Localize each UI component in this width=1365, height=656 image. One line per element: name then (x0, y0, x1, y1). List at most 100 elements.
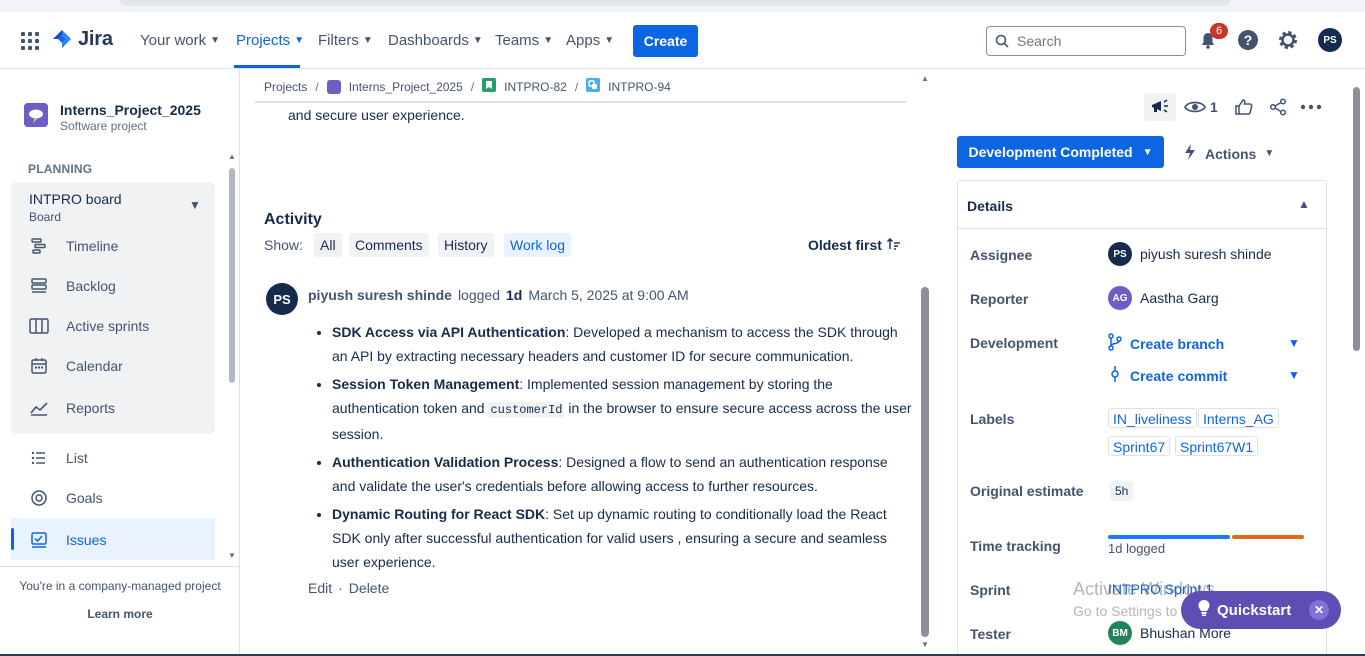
chevron-down-icon[interactable]: ▼ (1288, 336, 1300, 350)
board-subtitle: Board (29, 210, 62, 224)
project-avatar-icon (326, 79, 341, 94)
filter-comments[interactable]: Comments (349, 233, 429, 257)
project-avatar-icon (24, 103, 48, 127)
filter-work-log[interactable]: Work log (504, 233, 571, 257)
chevron-up-icon[interactable]: ▲ (1298, 197, 1310, 211)
nav-teams[interactable]: Teams ▼ (495, 32, 553, 49)
more-actions-icon[interactable] (1300, 93, 1322, 121)
details-header[interactable]: Details ▲ (958, 181, 1326, 229)
label-chip[interactable]: IN_liveliness (1108, 408, 1197, 428)
list-item-title: Session Token Management (332, 376, 520, 392)
jira-logo[interactable]: Jira (52, 28, 113, 51)
list-item: Authentication Validation Process: Desig… (332, 450, 912, 498)
thumbs-up-icon[interactable] (1235, 93, 1253, 121)
assignee-avatar: PS (1108, 242, 1132, 266)
chevron-down-icon: ▼ (604, 35, 615, 46)
breadcrumb-current-issue[interactable]: INTPRO-94 (608, 80, 671, 94)
label-chip[interactable]: Interns_AG (1198, 408, 1279, 428)
settings-gear-icon[interactable] (1276, 28, 1300, 52)
project-name[interactable]: Interns_Project_2025 (60, 102, 201, 118)
sort-order-label: Oldest first (808, 237, 882, 253)
sort-order-button[interactable]: Oldest first (808, 237, 901, 253)
delete-worklog-button[interactable]: Delete (349, 580, 389, 596)
sidebar-item-calendar[interactable]: Calendar (28, 354, 123, 378)
list-item-title: Authentication Validation Process (332, 454, 559, 470)
right-scroll-thumb[interactable] (1353, 87, 1360, 351)
assignee-field[interactable]: PS piyush suresh shinde (1108, 242, 1272, 266)
nav-filters-label: Filters (318, 32, 359, 49)
scroll-up-arrow-icon[interactable]: ▲ (228, 152, 236, 161)
assignee-name: piyush suresh shinde (1140, 246, 1272, 262)
nav-dashboards-label: Dashboards (388, 32, 469, 49)
sidebar-item-active-sprints[interactable]: Active sprints (28, 314, 149, 338)
breadcrumb-projects[interactable]: Projects (264, 80, 307, 94)
details-title: Details (967, 198, 1013, 214)
scroll-up-arrow-icon[interactable]: ▲ (920, 74, 930, 83)
main-scroll-thumb[interactable] (921, 287, 929, 637)
help-icon[interactable]: ? (1236, 28, 1260, 52)
chevron-down-icon[interactable]: ▼ (189, 198, 201, 212)
nav-projects[interactable]: Projects ▼ (236, 32, 304, 49)
actions-button[interactable]: Actions ▼ (1183, 143, 1274, 164)
nav-apps[interactable]: Apps ▼ (566, 32, 614, 49)
top-navigation: Jira Your work ▼ Projects ▼ Filters ▼ Dashb… (0, 12, 1365, 69)
app-name: Jira (78, 28, 113, 50)
worklog-author-avatar[interactable]: PS (266, 283, 298, 315)
watch-count: 1 (1210, 99, 1218, 115)
sidebar-item-timeline[interactable]: Timeline (28, 234, 118, 258)
main-scrollbar[interactable]: ▲ ▼ (920, 74, 932, 649)
chevron-down-icon[interactable]: ▼ (1288, 368, 1300, 382)
create-commit-link[interactable]: Create commit (1108, 365, 1227, 386)
worklog-actions: Edit · Delete (308, 580, 389, 596)
edit-worklog-button[interactable]: Edit (308, 580, 332, 596)
lightning-icon (1183, 143, 1197, 164)
original-estimate-value[interactable]: 5h (1110, 481, 1134, 501)
announcement-megaphone-icon[interactable] (1144, 93, 1176, 121)
tester-label: Tester (970, 626, 1011, 642)
nav-your-work[interactable]: Your work ▼ (140, 32, 220, 49)
time-tracking-bar[interactable] (1108, 535, 1304, 539)
breadcrumb-parent-issue[interactable]: INTPRO-82 (504, 80, 567, 94)
filter-all[interactable]: All (314, 233, 342, 257)
nav-dashboards[interactable]: Dashboards ▼ (388, 32, 483, 49)
time-tracking-label: Time tracking (970, 538, 1061, 554)
sidebar-item-issues[interactable]: Issues (28, 528, 106, 552)
app-switcher-icon[interactable] (21, 32, 39, 50)
filter-history[interactable]: History (438, 233, 494, 257)
breadcrumb-project[interactable]: Interns_Project_2025 (349, 80, 463, 94)
close-icon[interactable]: ✕ (1309, 600, 1329, 620)
learn-more-link[interactable]: Learn more (0, 607, 240, 621)
sidebar-scroll-thumb[interactable] (229, 168, 235, 383)
nav-filters[interactable]: Filters ▼ (318, 32, 373, 49)
sidebar-item-backlog[interactable]: Backlog (28, 274, 116, 298)
sidebar-item-list[interactable]: List (28, 446, 88, 470)
share-icon[interactable] (1269, 93, 1287, 121)
activity-heading: Activity (264, 211, 322, 228)
user-avatar[interactable]: PS (1318, 28, 1342, 52)
reporter-field[interactable]: AG Aastha Garg (1108, 286, 1219, 310)
board-title[interactable]: INTPRO board (29, 191, 122, 207)
label-chip[interactable]: Sprint67 (1108, 436, 1171, 456)
chevron-down-icon: ▼ (362, 35, 373, 46)
breadcrumb: Projects / Interns_Project_2025 / INTPRO… (264, 78, 671, 95)
label-chip[interactable]: Sprint67W1 (1175, 436, 1259, 456)
create-branch-link[interactable]: Create branch (1108, 333, 1224, 354)
search-box[interactable] (986, 26, 1186, 56)
right-panel-scrollbar[interactable] (1352, 85, 1362, 655)
sidebar-scrollbar[interactable]: ▲ ▼ (228, 152, 236, 560)
search-icon (995, 34, 1009, 48)
status-label: Development Completed (968, 144, 1133, 160)
chevron-down-icon: ▼ (210, 35, 221, 46)
worklog-author[interactable]: piyush suresh shinde (308, 287, 452, 303)
list-item: Session Token Management: Implemented se… (332, 372, 912, 446)
scroll-down-arrow-icon[interactable]: ▼ (920, 640, 930, 649)
scroll-down-arrow-icon[interactable]: ▼ (228, 551, 236, 560)
sidebar-item-reports[interactable]: Reports (28, 396, 115, 420)
sidebar-item-goals[interactable]: Goals (28, 486, 103, 510)
create-button[interactable]: Create (633, 25, 698, 57)
watch-button[interactable]: 1 (1184, 93, 1218, 121)
search-input[interactable] (1017, 33, 1167, 49)
breadcrumb-separator: / (470, 79, 475, 94)
quickstart-button[interactable]: Quickstart ✕ (1181, 591, 1341, 629)
status-dropdown-button[interactable]: Development Completed ▼ (957, 136, 1164, 168)
